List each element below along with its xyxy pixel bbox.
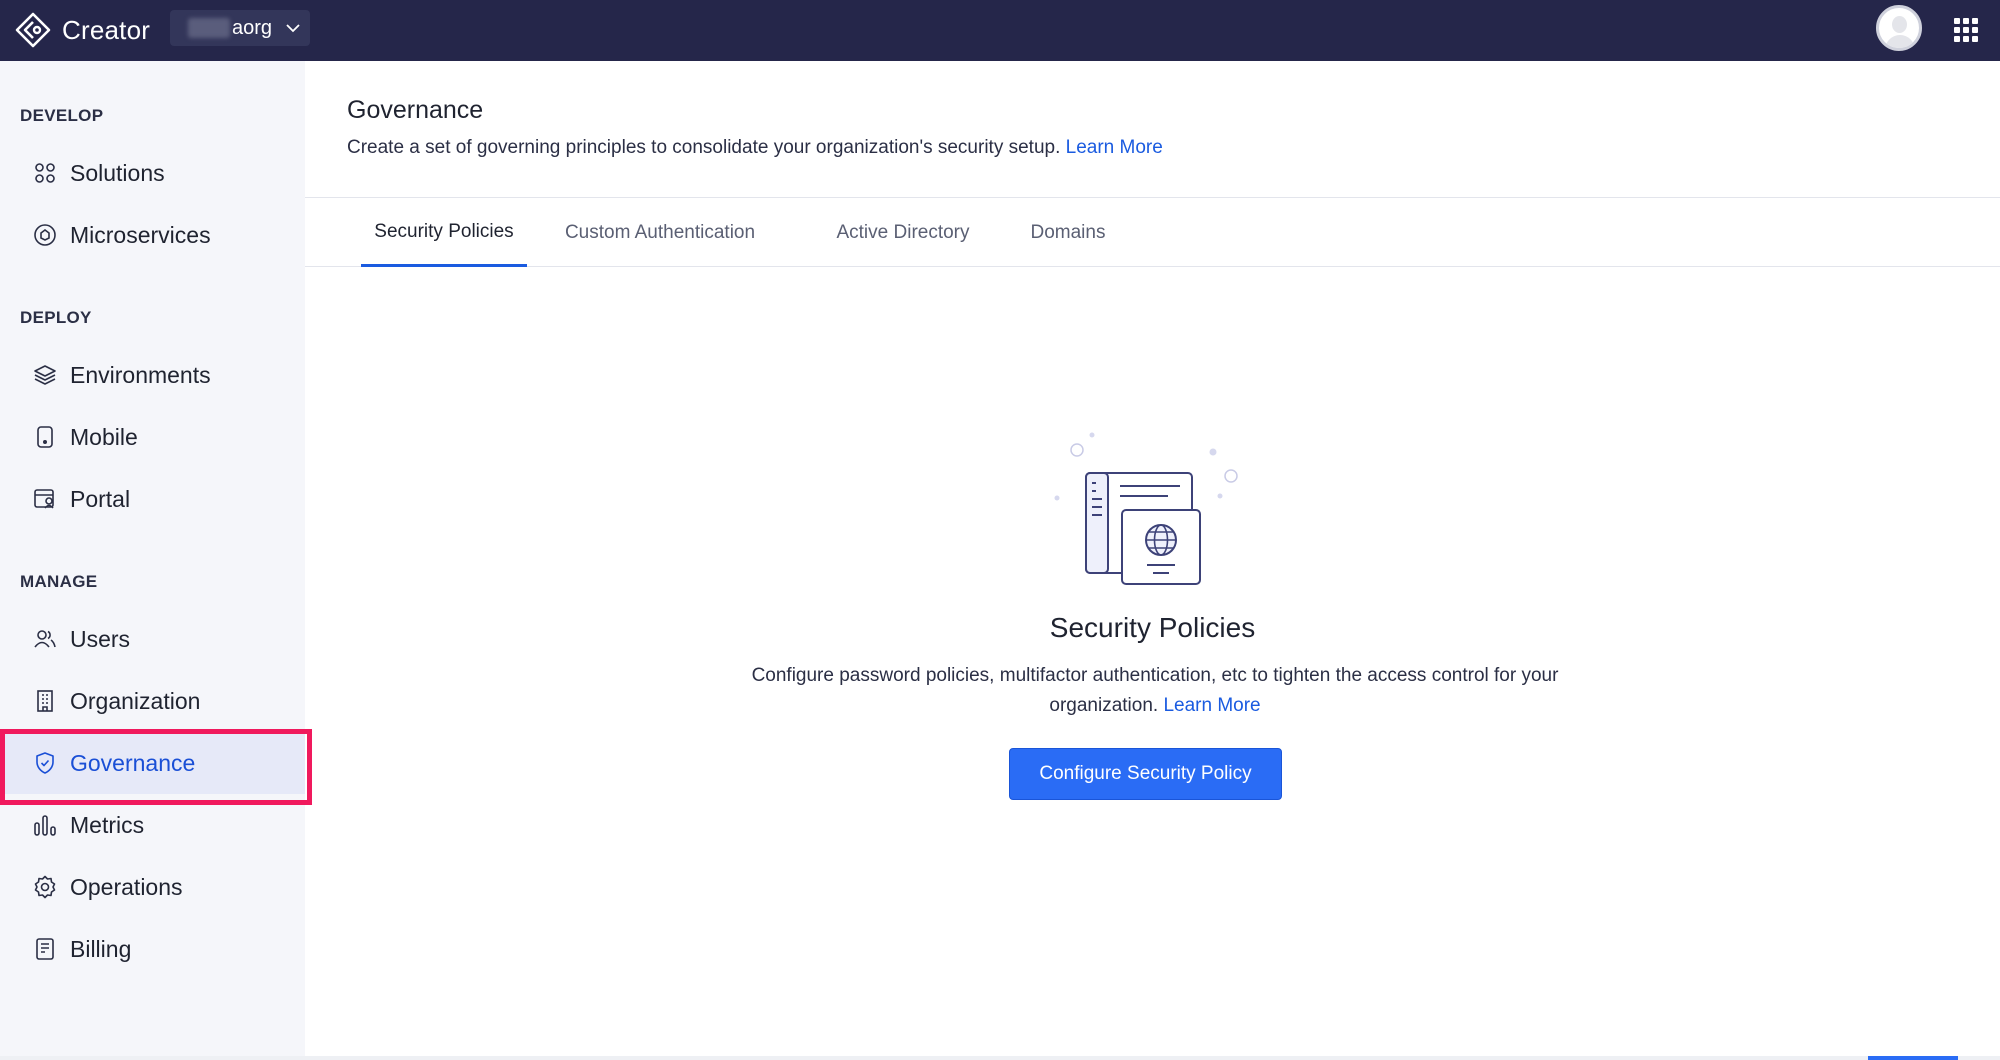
grid-circles-icon: [32, 160, 58, 186]
avatar-head: [1892, 16, 1907, 33]
sidebar-item-environments[interactable]: Environments: [0, 344, 305, 406]
chevron-down-icon: [286, 24, 300, 33]
tab-bar: Security Policies Custom Authentication …: [305, 199, 2000, 267]
section-title-manage: MANAGE: [20, 572, 98, 591]
sidebar-item-mobile[interactable]: Mobile: [0, 406, 305, 468]
empty-state-description-text: Configure password policies, multifactor…: [751, 665, 1559, 716]
sidebar-item-billing[interactable]: Billing: [0, 918, 305, 980]
empty-state-description: Configure password policies, multifactor…: [750, 661, 1560, 721]
sidebar-item-label: Solutions: [70, 159, 165, 186]
highlight-annotation: [0, 729, 312, 805]
bottom-accent-bar: [1868, 1056, 1958, 1060]
sidebar: DEVELOP Solutions Microservices DEPLOY E…: [0, 61, 305, 1060]
sidebar-item-solutions[interactable]: Solutions: [0, 142, 305, 204]
page-title: Governance: [347, 96, 484, 124]
microservices-icon: [32, 222, 58, 248]
sidebar-item-label: Billing: [70, 935, 132, 962]
avatar[interactable]: [1876, 5, 1922, 51]
gear-icon: [32, 874, 58, 900]
tab-security-policies[interactable]: Security Policies: [361, 199, 527, 267]
mobile-icon: [32, 424, 58, 450]
app-name: Creator: [62, 14, 151, 45]
layers-icon: [32, 362, 58, 388]
portal-icon: [32, 486, 58, 512]
bottom-border: [0, 1056, 2000, 1060]
security-policy-illustration-icon: [1054, 432, 1238, 585]
avatar-body: [1885, 35, 1915, 48]
configure-security-policy-button[interactable]: Configure Security Policy: [1009, 748, 1282, 800]
page-description: Create a set of governing principles to …: [347, 137, 1163, 159]
org-name: aorg: [232, 16, 273, 39]
sidebar-item-label: Microservices: [70, 221, 211, 248]
page-description-text: Create a set of governing principles to …: [347, 137, 1061, 158]
header-divider: [305, 197, 2000, 198]
empty-state-learn-more-link[interactable]: Learn More: [1163, 695, 1260, 716]
tab-active-directory[interactable]: Active Directory: [818, 199, 988, 267]
org-name-redacted: [188, 18, 230, 38]
sidebar-item-organization[interactable]: Organization: [0, 670, 305, 732]
sidebar-item-label: Metrics: [70, 811, 145, 838]
sidebar-item-operations[interactable]: Operations: [0, 856, 305, 918]
sidebar-item-microservices[interactable]: Microservices: [0, 204, 305, 266]
receipt-icon: [32, 936, 58, 962]
brand[interactable]: Creator: [14, 10, 150, 50]
sidebar-item-label: Portal: [70, 485, 131, 512]
creator-logo-icon: [15, 12, 51, 48]
section-title-deploy: DEPLOY: [20, 308, 92, 327]
sidebar-item-label: Environments: [70, 361, 211, 388]
sidebar-item-label: Operations: [70, 873, 183, 900]
app-grid-icon[interactable]: [1954, 18, 1978, 42]
learn-more-link[interactable]: Learn More: [1066, 137, 1163, 158]
org-switcher[interactable]: aorg: [170, 10, 310, 46]
sidebar-item-label: Organization: [70, 687, 201, 714]
top-bar: Creator aorg: [0, 0, 2000, 61]
section-title-develop: DEVELOP: [20, 106, 104, 125]
empty-state-title: Security Policies: [1049, 612, 1256, 643]
building-icon: [32, 688, 58, 714]
sidebar-item-portal[interactable]: Portal: [0, 468, 305, 530]
tab-custom-authentication[interactable]: Custom Authentication: [555, 199, 765, 267]
tab-domains[interactable]: Domains: [1018, 199, 1118, 267]
sidebar-item-label: Mobile: [70, 423, 138, 450]
bar-chart-icon: [32, 812, 58, 838]
